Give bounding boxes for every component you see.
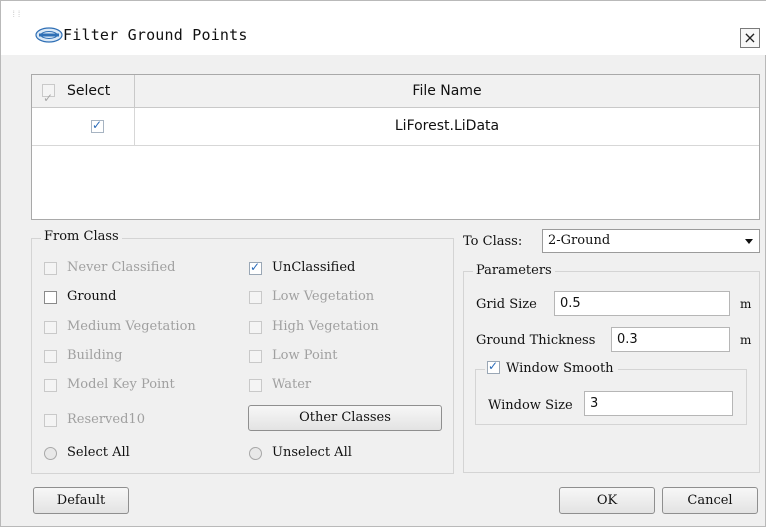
high-vegetation-label: High Vegetation — [272, 319, 379, 334]
window-size-label: Window Size — [488, 398, 573, 413]
default-button[interactable]: Default — [33, 487, 129, 514]
lidar-logo-icon — [35, 27, 63, 43]
row-select-cell[interactable] — [32, 108, 135, 145]
drag-grip-icon[interactable]: ⁞⁞ — [11, 11, 22, 20]
unselect-all-radio[interactable] — [249, 447, 262, 460]
column-header-select[interactable]: Select — [32, 75, 135, 114]
ok-button[interactable]: OK — [559, 487, 655, 514]
ground-thickness-unit: m — [740, 333, 752, 347]
table-row[interactable]: LiForest.LiData — [32, 108, 759, 146]
cancel-button[interactable]: Cancel — [662, 487, 758, 514]
ground-thickness-label: Ground Thickness — [476, 333, 596, 348]
to-class-label: To Class: — [463, 234, 523, 249]
reserved10-label: Reserved10 — [67, 412, 145, 427]
water-label: Water — [272, 377, 312, 392]
filter-ground-points-dialog: ⁞⁞ Filter Ground Points × Select File Na… — [0, 0, 766, 527]
window-size-input[interactable]: 3 — [584, 391, 733, 416]
water-checkbox[interactable] — [249, 379, 262, 392]
building-checkbox[interactable] — [44, 350, 57, 363]
never-classified-checkbox[interactable] — [44, 262, 57, 275]
column-header-select-label: Select — [67, 83, 111, 99]
select-all-files-checkbox[interactable] — [42, 82, 55, 114]
medium-vegetation-label: Medium Vegetation — [67, 319, 196, 334]
window-smooth-legend[interactable]: Window Smooth — [485, 359, 618, 376]
window-smooth-checkbox[interactable] — [487, 359, 500, 374]
unclassified-label: UnClassified — [272, 260, 356, 275]
column-header-file-name-label: File Name — [412, 83, 482, 99]
window-smooth-label: Window Smooth — [506, 361, 614, 376]
ground-thickness-input[interactable]: 0.3 — [611, 327, 730, 352]
window-title: Filter Ground Points — [63, 26, 248, 44]
to-class-select[interactable]: 2-Ground — [542, 229, 760, 253]
model-key-point-label: Model Key Point — [67, 377, 175, 392]
select-all-label: Select All — [67, 445, 130, 460]
unclassified-checkbox[interactable] — [249, 260, 262, 275]
to-class-value: 2-Ground — [548, 233, 611, 248]
other-classes-button[interactable]: Other Classes — [248, 405, 442, 431]
close-button[interactable]: × — [740, 28, 760, 48]
low-vegetation-label: Low Vegetation — [272, 289, 375, 304]
medium-vegetation-checkbox[interactable] — [44, 321, 57, 334]
low-point-label: Low Point — [272, 348, 338, 363]
grid-size-input[interactable]: 0.5 — [554, 291, 730, 316]
grid-size-label: Grid Size — [476, 297, 537, 312]
close-icon: × — [743, 28, 757, 47]
ground-label: Ground — [67, 289, 117, 304]
chevron-down-icon — [745, 239, 753, 244]
unselect-all-label: Unselect All — [272, 445, 352, 460]
row-select-checkbox[interactable] — [91, 118, 104, 133]
high-vegetation-checkbox[interactable] — [249, 321, 262, 334]
low-vegetation-checkbox[interactable] — [249, 291, 262, 304]
file-name-cell: LiForest.LiData — [394, 118, 500, 134]
from-class-legend: From Class — [41, 229, 122, 244]
never-classified-label: Never Classified — [67, 260, 176, 275]
title-bar[interactable]: ⁞⁞ Filter Ground Points × — [1, 1, 766, 55]
model-key-point-checkbox[interactable] — [44, 379, 57, 392]
grid-size-unit: m — [740, 297, 752, 311]
low-point-checkbox[interactable] — [249, 350, 262, 363]
column-header-file-name[interactable]: File Name — [135, 75, 759, 108]
building-label: Building — [67, 348, 123, 363]
select-all-radio[interactable] — [44, 447, 57, 460]
reserved10-checkbox[interactable] — [44, 414, 57, 427]
ground-checkbox[interactable] — [44, 291, 57, 304]
file-table: Select File Name LiForest.LiData — [31, 74, 760, 220]
parameters-legend: Parameters — [473, 263, 555, 278]
